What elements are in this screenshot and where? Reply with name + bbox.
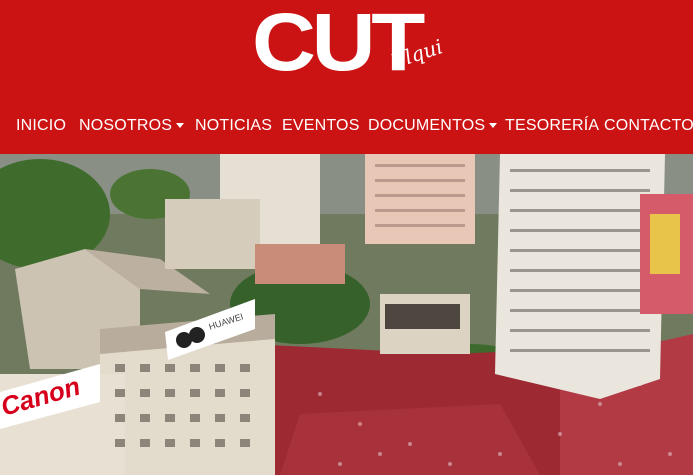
nav-item-label: DOCUMENTOS [368,117,486,134]
nav-item-noticias[interactable]: NOTICIAS [195,117,272,135]
nav-item-label: INICIO [16,117,67,134]
chevron-down-icon [489,123,498,129]
aerial-city-crowd-image: Canon HUAWEI [0,154,693,475]
nav-item-label: NOSOTROS [79,117,173,134]
nav-item-label: TESORERÍA [505,117,600,134]
site-header: CUT Elqui INICIO NOSOTROS NOTICIAS EVENT… [0,0,693,154]
nav-item-inicio[interactable]: INICIO [16,117,66,135]
nav-item-tesoreria[interactable]: TESORERÍA [505,117,599,135]
nav-item-nosotros[interactable]: NOSOTROS [79,117,185,135]
building-roof [255,244,345,284]
hero-image: Canon HUAWEI [0,154,693,475]
building-tower [365,154,475,244]
building-roof [385,304,460,329]
nav-item-label: NOTICIAS [195,117,273,134]
nav-item-label: EVENTOS [282,117,360,134]
building [165,199,260,269]
nav-item-contacto[interactable]: CONTACTO [604,117,693,135]
mural-detail [650,214,680,274]
nav-item-documentos[interactable]: DOCUMENTOS [368,117,498,135]
chevron-down-icon [176,123,185,129]
site-logo[interactable]: CUT Elqui [252,2,452,84]
nav-item-eventos[interactable]: EVENTOS [282,117,360,135]
nav-item-label: CONTACTO [604,117,693,134]
crowd [280,404,540,475]
main-nav: INICIO NOSOTROS NOTICIAS EVENTOS DOCUMEN… [0,112,693,140]
